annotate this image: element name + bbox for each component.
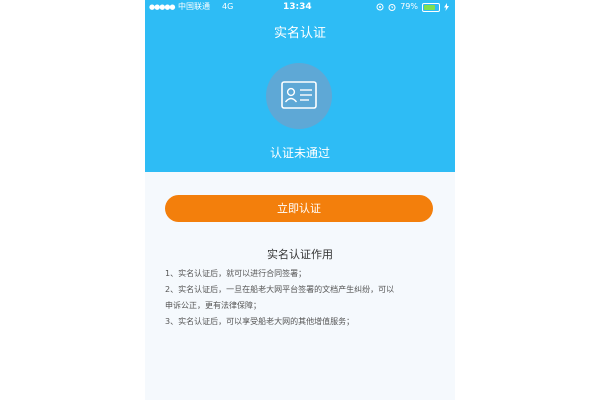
battery-fill <box>424 4 435 10</box>
battery-icon <box>422 2 440 12</box>
benefits-list: 1、实名认证后，就可以进行合同签署； 2、实名认证后，一旦在船老大网平台签署的文… <box>165 266 440 330</box>
signal-icon: ●●●●● <box>149 3 176 11</box>
clock: 13:34 <box>283 2 312 12</box>
carrier-label: 中国联通 <box>178 2 210 11</box>
phone-screen: ●●●●● 中国联通 4G 13:34 79% 实名认证 认证未通过 立即认证 … <box>145 0 455 400</box>
verify-now-button[interactable]: 立即认证 <box>165 195 433 222</box>
list-item: 3、实名认证后，可以享受船老大网的其他增值服务； <box>165 317 355 326</box>
page-title: 实名认证 <box>273 26 326 41</box>
list-item: 申诉公正，更有法律保障； <box>165 301 261 310</box>
header: ●●●●● 中国联通 4G 13:34 79% 实名认证 认证未通过 <box>145 0 455 172</box>
id-card-icon <box>281 81 317 109</box>
network-label: 4G <box>222 2 234 11</box>
section-heading: 实名认证作用 <box>267 248 333 261</box>
alarm-icon <box>388 4 396 11</box>
list-item: 2、实名认证后，一旦在船老大网平台签署的文档产生纠纷，可以 <box>165 285 395 294</box>
id-card-badge <box>266 63 332 129</box>
verification-status: 认证未通过 <box>269 146 330 160</box>
status-bar: ●●●●● 中国联通 4G 13:34 79% <box>145 0 455 14</box>
location-icon <box>376 3 384 11</box>
list-item: 1、实名认证后，就可以进行合同签署； <box>165 269 307 278</box>
charging-icon <box>444 3 449 11</box>
battery-percent: 79% <box>400 2 418 11</box>
status-right: 79% <box>376 0 449 14</box>
